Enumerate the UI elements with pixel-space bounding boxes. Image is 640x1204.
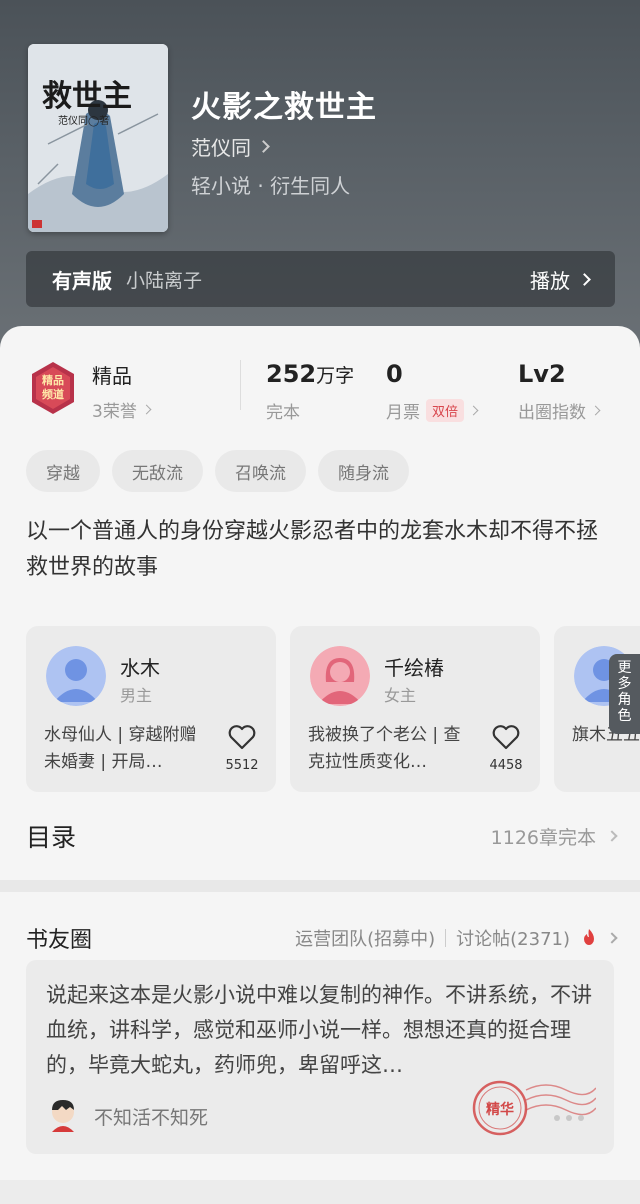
level-value: Lv2 [518,360,566,388]
character-description: 水母仙人 | 穿越附赠未婚妻 | 开局… [44,725,197,772]
cover-art: 救世主 范仪同◯著 [28,44,168,232]
level-label: 出圈指数 [518,403,586,423]
author-name: 范仪同 [191,136,251,160]
book-synopsis[interactable]: 以一个普通人的身份穿越火影忍者中的龙套水木却不得不拯救世界的故事 [26,514,606,586]
like-count: 4458 [489,758,523,773]
cover-title-text: 救世主 [42,79,132,114]
bottom-spacer [0,1180,640,1204]
book-cover[interactable]: 救世主 范仪同◯著 [28,44,168,232]
fire-icon [584,929,594,945]
ops-team-link[interactable]: 运营团队(招募中) [295,925,435,951]
quality-label: 精品 [92,364,132,388]
monthly-ticket-stat[interactable]: 0 月票 双倍 [386,360,479,423]
level-stat[interactable]: Lv2 出圈指数 [518,360,601,423]
book-genre: 轻小说 · 衍生同人 [191,174,351,198]
cover-author-text: 范仪同◯著 [58,114,109,127]
audio-label: 有声版 [52,268,112,293]
word-count-stat: 252万字 完本 [266,360,354,423]
heart-icon [492,725,520,750]
carousel-dots [554,1115,584,1121]
play-button[interactable]: 播放 [530,265,591,294]
double-badge: 双倍 [426,399,465,422]
tag-chip[interactable]: 随身流 [318,450,409,492]
circle-title: 书友圈 [26,928,93,953]
discussion-link[interactable]: 讨论帖(2371) [456,925,570,951]
featured-post[interactable]: 说起来这本是火影小说中难以复制的神作。不讲系统，不讲血统，讲科学，感觉和巫师小说… [26,960,614,1154]
character-list: 水木 男主 水母仙人 | 穿越附赠未婚妻 | 开局… 5512 千绘椿 女主 我… [26,626,640,794]
character-name: 千绘椿 [384,656,444,680]
stats-divider [240,360,241,410]
stamp-label: 精华 [486,1101,514,1118]
character-card[interactable]: 水木 男主 水母仙人 | 穿越附赠未婚妻 | 开局… 5512 [26,626,276,792]
chevron-right-icon [590,405,601,416]
like-button[interactable]: 5512 [222,724,262,773]
table-of-contents-row[interactable]: 目录 1126章完本 [26,818,618,854]
audio-narrator: 小陆离子 [126,269,203,292]
like-button[interactable]: 4458 [486,724,526,773]
toc-title: 目录 [26,823,77,852]
tag-chip[interactable]: 召唤流 [215,450,306,492]
chevron-right-icon [578,272,591,286]
featured-stamp-icon: 精华 [472,1080,596,1136]
chevron-right-icon [141,404,152,415]
play-label: 播放 [530,268,570,293]
monthly-ticket-label: 月票 [386,403,420,423]
character-role: 男主 [120,686,153,705]
character-description: 我被换了个老公 | 查克拉性质变化… [308,725,461,772]
chevron-right-icon [606,932,618,944]
stats-row: 精品 频道 精品 3荣誉 252万字 完本 0 月票 双倍 Lv2 出圈指数 [28,360,628,423]
quality-stat[interactable]: 精品 3荣誉 [92,360,152,422]
book-title: 火影之救世主 [191,90,377,125]
post-username: 不知活不知死 [94,1106,209,1129]
user-avatar [52,1100,74,1132]
chevron-right-icon [257,140,270,153]
tag-list: 穿越 无敌流 召唤流 随身流 [26,450,409,492]
character-name: 水木 [120,656,160,680]
character-card[interactable]: 千绘椿 女主 我被换了个老公 | 查克拉性质变化… 4458 [290,626,540,792]
word-unit: 万字 [316,365,355,387]
link-separator [445,929,447,947]
section-divider [0,880,640,892]
tag-chip[interactable]: 无敌流 [112,450,203,492]
monthly-ticket-count: 0 [386,360,403,388]
author-link[interactable]: 范仪同 [191,132,270,161]
character-avatar [46,646,106,706]
character-role: 女主 [384,686,417,705]
svg-text:频道: 频道 [42,387,64,401]
character-avatar [310,646,370,706]
word-count: 252 [266,360,317,388]
post-author[interactable]: 不知活不知死 [46,1098,208,1134]
reader-circle-header: 书友圈 运营团队(招募中) 讨论帖(2371) [26,922,618,954]
heart-icon [228,725,256,750]
quality-badge-icon[interactable]: 精品 频道 [28,360,78,416]
completion-status: 完本 [266,403,300,423]
chapter-count: 1126章完本 [490,826,596,849]
more-characters-button[interactable]: 更多角色 [609,654,640,734]
tag-chip[interactable]: 穿越 [26,450,100,492]
audio-version-bar[interactable]: 有声版 小陆离子 播放 [26,251,615,307]
chevron-right-icon [606,830,618,842]
like-count: 5512 [225,758,259,773]
honors-count: 3荣誉 [92,402,137,422]
badge-art-text: 精品 [42,373,64,387]
chevron-right-icon [468,405,479,416]
